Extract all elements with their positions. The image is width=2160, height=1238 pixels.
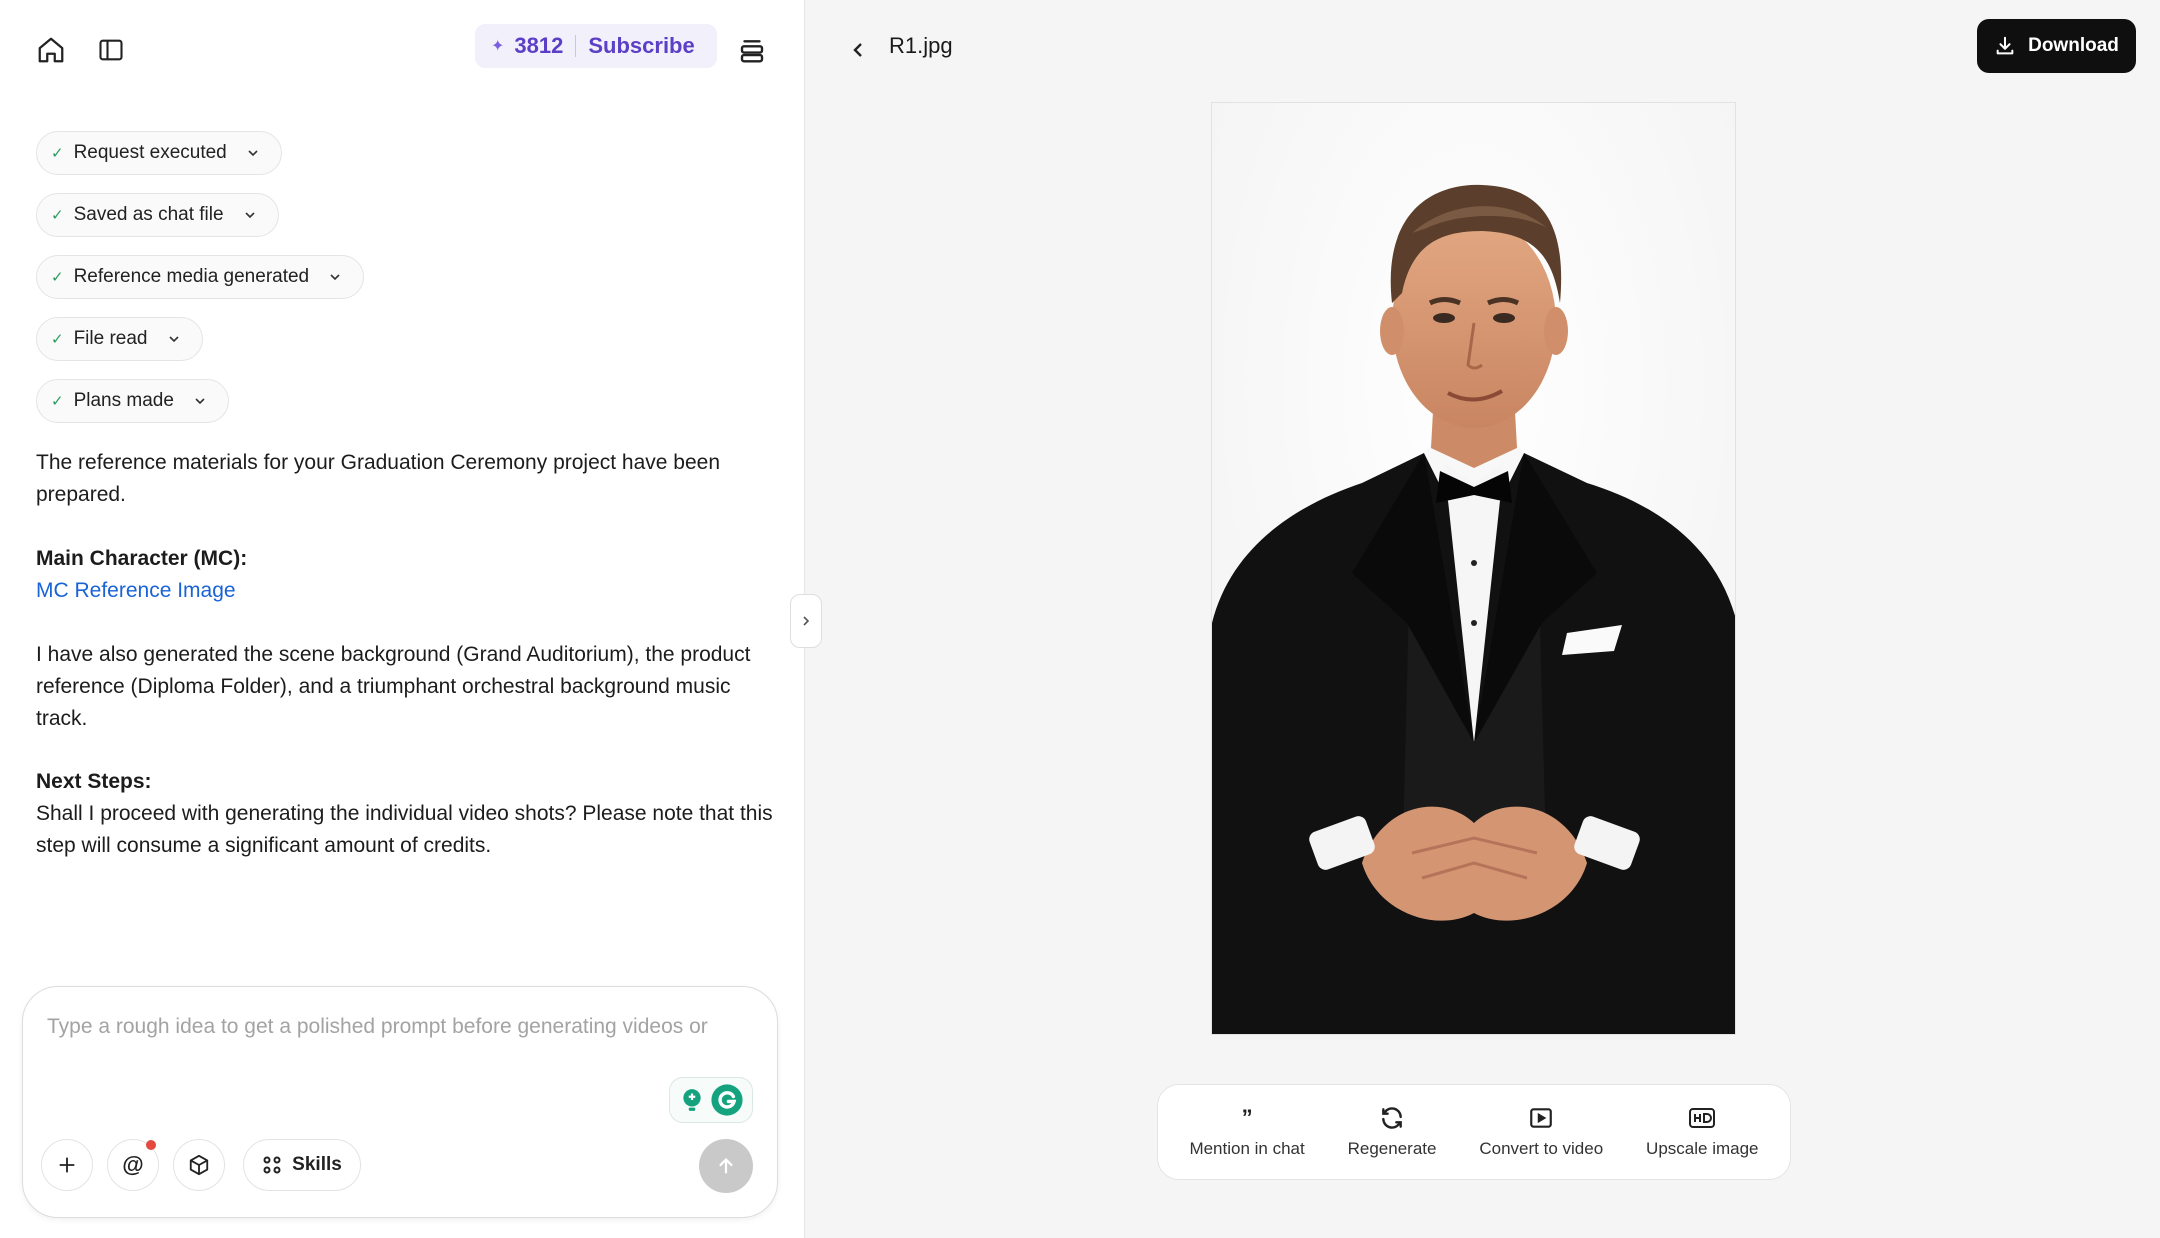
message-body: I have also generated the scene backgrou…	[36, 643, 751, 730]
send-button[interactable]	[699, 1139, 753, 1193]
file-title: R1.jpg	[889, 33, 953, 58]
chip-label: File read	[73, 328, 148, 349]
cube-icon	[189, 1154, 209, 1176]
add-attachment-button[interactable]	[41, 1139, 93, 1191]
sidebar-toggle-button[interactable]	[89, 28, 133, 72]
chip-plans-made[interactable]: ✓ Plans made	[36, 379, 229, 423]
back-button[interactable]	[836, 28, 880, 72]
chevron-down-icon	[242, 207, 258, 223]
divider	[575, 35, 577, 57]
quote-icon: ”	[1241, 1105, 1253, 1130]
subscribe-link[interactable]: Subscribe	[588, 33, 694, 59]
chevron-down-icon	[166, 331, 182, 347]
chip-request-executed[interactable]: ✓ Request executed	[36, 131, 282, 175]
action-label: Convert to video	[1479, 1139, 1604, 1158]
video-icon	[1528, 1105, 1554, 1131]
chevron-down-icon	[192, 393, 208, 409]
chevron-right-icon	[803, 616, 810, 626]
chevron-down-icon	[327, 269, 343, 285]
grammarly-icon	[710, 1084, 743, 1116]
chip-label: Reference media generated	[73, 266, 310, 287]
stack-menu-button[interactable]	[730, 28, 774, 72]
chat-composer: @ Skills	[22, 986, 778, 1218]
next-steps-body: Shall I proceed with generating the indi…	[36, 802, 773, 857]
check-icon: ✓	[51, 145, 64, 162]
refresh-icon	[1379, 1105, 1405, 1131]
message-intro: The reference materials for your Graduat…	[36, 451, 721, 506]
check-icon: ✓	[51, 269, 64, 286]
chip-saved-as-chat-file[interactable]: ✓ Saved as chat file	[36, 193, 279, 237]
preview-image	[1211, 102, 1736, 1035]
chat-panel: ✦ 3812 Subscribe ✓ Request executed ✓ Sa…	[0, 0, 805, 1238]
stack-icon	[740, 40, 764, 63]
action-label: Regenerate	[1347, 1139, 1437, 1158]
chevron-down-icon	[245, 145, 261, 161]
check-icon: ✓	[51, 207, 64, 224]
portrait-image	[1212, 103, 1735, 1034]
home-button[interactable]	[29, 28, 73, 72]
mc-heading: Main Character (MC):	[36, 547, 248, 570]
sparkle-icon: ✦	[491, 38, 505, 55]
download-icon	[1996, 36, 2014, 55]
model-select-button[interactable]	[173, 1139, 225, 1191]
at-sign-icon: @	[122, 1152, 144, 1177]
mc-reference-link-row: MC Reference Image	[36, 575, 776, 607]
check-icon: ✓	[51, 393, 64, 410]
hd-icon	[1688, 1105, 1716, 1131]
download-button[interactable]: Download	[1977, 19, 2136, 73]
panel-collapse-handle[interactable]	[790, 594, 822, 648]
credits-subscribe-pill[interactable]: ✦ 3812 Subscribe	[475, 24, 717, 68]
chip-label: Request executed	[73, 142, 227, 163]
mention-in-chat-button[interactable]: ” Mention in chat	[1179, 1099, 1314, 1165]
mc-reference-link[interactable]: MC Reference Image	[36, 579, 236, 602]
chip-reference-media-generated[interactable]: ✓ Reference media generated	[36, 255, 365, 299]
chip-file-read[interactable]: ✓ File read	[36, 317, 203, 361]
notification-dot	[146, 1140, 156, 1150]
check-icon: ✓	[51, 331, 64, 348]
next-steps-heading: Next Steps:	[36, 770, 152, 793]
skills-button[interactable]: Skills	[243, 1139, 361, 1191]
grammarly-widget[interactable]	[669, 1077, 753, 1123]
upscale-image-button[interactable]: Upscale image	[1636, 1099, 1768, 1165]
download-label: Download	[2028, 35, 2119, 56]
arrow-up-icon	[719, 1158, 733, 1174]
mention-button[interactable]: @	[107, 1139, 159, 1191]
convert-to-video-button[interactable]: Convert to video	[1469, 1099, 1613, 1165]
action-label: Mention in chat	[1189, 1139, 1305, 1158]
image-action-bar: ” Mention in chat Regenerate Convert to …	[1157, 1084, 1791, 1180]
chevron-left-icon	[853, 43, 862, 57]
prompt-input[interactable]	[47, 1015, 757, 1075]
home-icon	[38, 37, 64, 63]
apps-grid-icon	[263, 1156, 281, 1174]
action-label: Upscale image	[1646, 1139, 1759, 1158]
sidebar-icon	[99, 39, 123, 61]
credits-count: 3812	[514, 33, 564, 58]
regenerate-button[interactable]: Regenerate	[1338, 1099, 1447, 1165]
lightbulb-icon	[682, 1089, 701, 1111]
chip-label: Plans made	[73, 390, 174, 411]
skills-label: Skills	[292, 1154, 342, 1175]
chip-label: Saved as chat file	[73, 204, 224, 225]
plus-icon	[59, 1157, 75, 1173]
